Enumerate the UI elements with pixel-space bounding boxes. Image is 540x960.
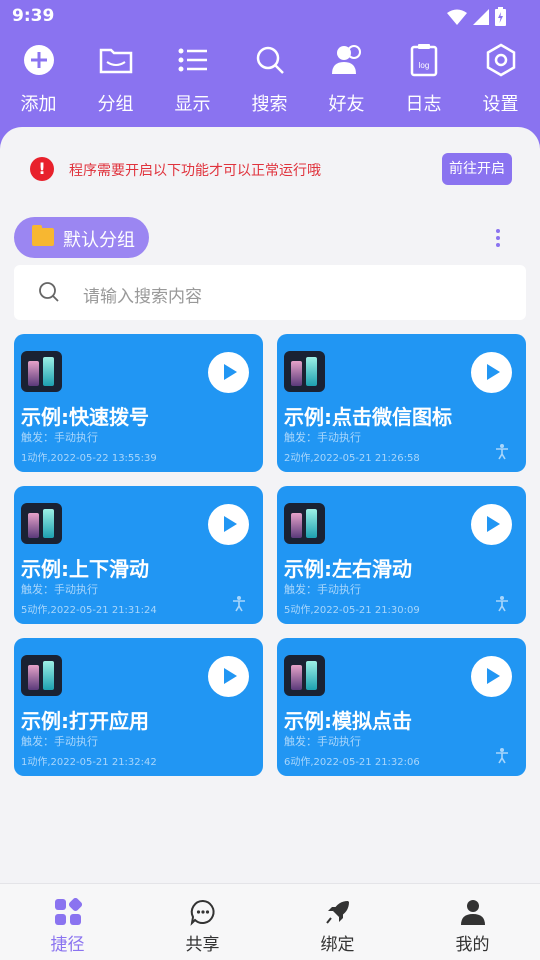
search-bar[interactable]: 请输入搜索内容 [14, 265, 526, 320]
app-icon [284, 655, 325, 696]
card-title: 示例:快速拨号 [21, 405, 149, 429]
shortcut-card[interactable]: 示例:快速拨号 触发：手动执行 1动作,2022-05-22 13:55:39 [14, 334, 263, 472]
card-trigger: 触发：手动执行 [21, 583, 98, 596]
search-placeholder: 请输入搜索内容 [83, 287, 202, 307]
card-trigger: 触发：手动执行 [284, 583, 361, 596]
search-label: 搜索 [251, 94, 288, 115]
rocket-icon [325, 901, 349, 924]
wifi-icon [447, 9, 467, 25]
nav-profile[interactable]: 我的 [405, 884, 540, 960]
card-title: 示例:上下滑动 [21, 557, 149, 581]
settings-button[interactable]: 设置 [462, 40, 539, 120]
play-icon[interactable] [208, 352, 249, 393]
card-meta: 6动作,2022-05-21 21:32:06 [284, 757, 420, 768]
app-icon [21, 655, 62, 696]
search-icon [256, 46, 284, 74]
accessibility-icon [496, 444, 508, 460]
add-label: 添加 [20, 94, 57, 115]
log-button[interactable]: log 日志 [385, 40, 462, 120]
shortcuts-icon [54, 898, 82, 925]
card-meta: 5动作,2022-05-21 21:30:09 [284, 605, 420, 616]
status-time: 9:39 [12, 6, 55, 26]
chat-icon [190, 899, 215, 926]
nav-bind[interactable]: 绑定 [270, 884, 405, 960]
log-icon-text: log [418, 61, 429, 70]
accessibility-icon [496, 748, 508, 764]
search-icon [39, 282, 59, 302]
battery-icon [495, 7, 506, 26]
more-options-icon[interactable] [490, 226, 506, 250]
add-circle-icon [23, 45, 54, 75]
shortcut-card[interactable]: 示例:左右滑动 触发：手动执行 5动作,2022-05-21 21:30:09 [277, 486, 526, 624]
card-meta: 1动作,2022-05-22 13:55:39 [21, 453, 157, 464]
play-icon[interactable] [471, 504, 512, 545]
folder-icon [32, 225, 54, 246]
accessibility-icon [496, 596, 508, 612]
nav-shortcuts[interactable]: 捷径 [0, 884, 135, 960]
card-title: 示例:模拟点击 [284, 709, 412, 733]
display-button[interactable]: 显示 [154, 40, 231, 120]
friends-icon [331, 45, 361, 74]
group-label: 分组 [97, 94, 134, 115]
signal-icon [473, 8, 489, 25]
profile-icon [460, 900, 485, 925]
play-icon[interactable] [471, 656, 512, 697]
card-trigger: 触发：手动执行 [21, 431, 98, 444]
card-trigger: 触发：手动执行 [284, 431, 361, 444]
display-label: 显示 [174, 94, 211, 115]
card-trigger: 触发：手动执行 [21, 735, 98, 748]
list-icon [178, 48, 207, 72]
add-button[interactable]: 添加 [0, 40, 77, 120]
card-title: 示例:左右滑动 [284, 557, 412, 581]
app-icon [284, 351, 325, 392]
card-title: 示例:打开应用 [21, 709, 149, 733]
nav-share-label: 共享 [185, 935, 220, 955]
play-icon[interactable] [471, 352, 512, 393]
app-icon [21, 503, 62, 544]
nav-share[interactable]: 共享 [135, 884, 270, 960]
folder-icon [99, 48, 132, 74]
settings-icon [486, 43, 515, 77]
top-toolbar: 添加 分组 显示 搜索 好友 log 日志 设置 [0, 40, 540, 120]
settings-label: 设置 [482, 94, 519, 115]
enable-permissions-button[interactable]: 前往开启 [442, 153, 512, 185]
card-title: 示例:点击微信图标 [284, 405, 452, 429]
group-selector-label: 默认分组 [63, 230, 135, 251]
notice-text: 程序需要开启以下功能才可以正常运行哦 [69, 163, 321, 179]
nav-bind-label: 绑定 [320, 935, 355, 955]
search-button[interactable]: 搜索 [231, 40, 308, 120]
accessibility-icon [233, 596, 245, 612]
group-button[interactable]: 分组 [77, 40, 154, 120]
friends-button[interactable]: 好友 [308, 40, 385, 120]
card-meta: 1动作,2022-05-21 21:32:42 [21, 757, 157, 768]
card-meta: 5动作,2022-05-21 21:31:24 [21, 605, 157, 616]
shortcut-card[interactable]: 示例:上下滑动 触发：手动执行 5动作,2022-05-21 21:31:24 [14, 486, 263, 624]
app-icon [21, 351, 62, 392]
nav-profile-label: 我的 [455, 935, 490, 955]
friends-label: 好友 [328, 94, 365, 115]
shortcut-card[interactable]: 示例:点击微信图标 触发：手动执行 2动作,2022-05-21 21:26:5… [277, 334, 526, 472]
group-selector[interactable]: 默认分组 [14, 217, 149, 258]
shortcut-card[interactable]: 示例:模拟点击 触发：手动执行 6动作,2022-05-21 21:32:06 [277, 638, 526, 776]
card-meta: 2动作,2022-05-21 21:26:58 [284, 453, 420, 464]
play-icon[interactable] [208, 504, 249, 545]
bottom-nav: 捷径 共享 绑定 我的 [0, 883, 540, 960]
status-icons [447, 7, 506, 26]
app-icon [284, 503, 325, 544]
play-icon[interactable] [208, 656, 249, 697]
log-label: 日志 [405, 94, 442, 115]
status-bar: 9:39 [0, 0, 540, 34]
log-icon: log [410, 44, 437, 77]
card-trigger: 触发：手动执行 [284, 735, 361, 748]
alert-icon: ! [30, 157, 54, 181]
nav-shortcuts-label: 捷径 [50, 935, 85, 955]
shortcut-card[interactable]: 示例:打开应用 触发：手动执行 1动作,2022-05-21 21:32:42 [14, 638, 263, 776]
